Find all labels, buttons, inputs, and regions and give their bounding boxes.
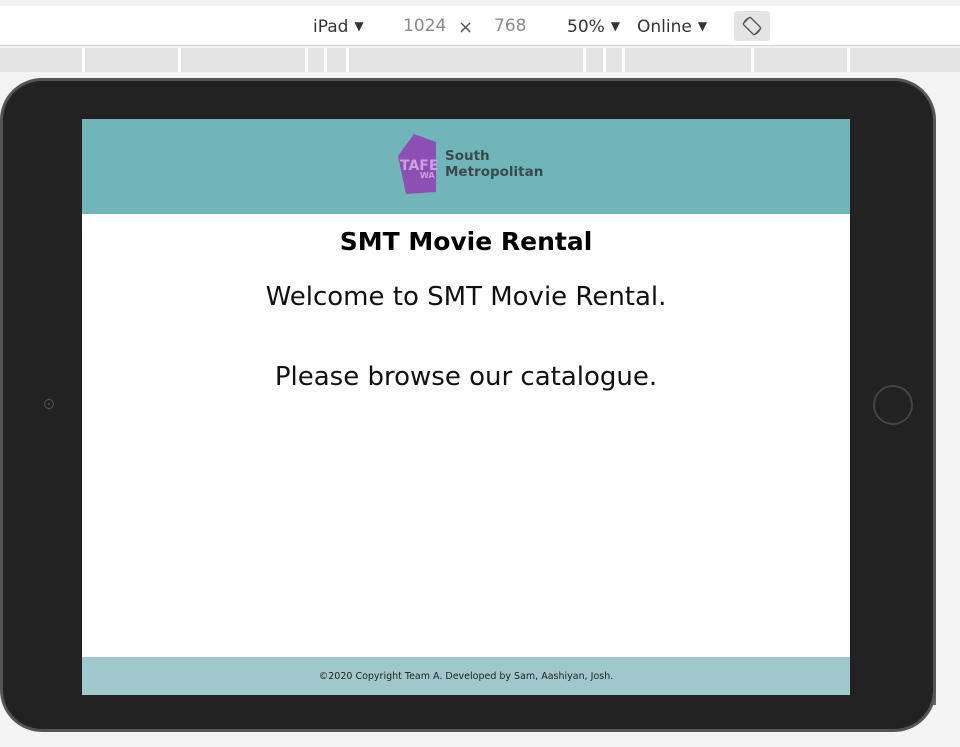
browse-text: Please browse our catalogue.: [274, 362, 658, 392]
ruler-tick[interactable]: [751, 48, 754, 72]
ruler-tick[interactable]: [178, 48, 181, 72]
device-select[interactable]: iPad ▼: [313, 16, 364, 37]
site-footer: ©2020 Copyright Team A. Developed by Sam…: [82, 657, 850, 695]
ruler-tick[interactable]: [82, 48, 85, 72]
ruler-tick[interactable]: [583, 48, 586, 72]
zoom-select[interactable]: 50% ▼: [567, 16, 620, 37]
site-header: TAFE WA South Metropolitan: [82, 119, 850, 214]
welcome-text: Welcome to SMT Movie Rental.: [265, 282, 667, 312]
ruler-tick[interactable]: [847, 48, 850, 72]
caret-down-icon: ▼: [354, 19, 364, 33]
rotate-device-icon: [742, 16, 762, 36]
ruler-tick[interactable]: [346, 48, 349, 72]
copyright-text: ©2020 Copyright Team A. Developed by Sam…: [318, 670, 614, 682]
tafe-logo-mark-icon: TAFE WA: [398, 134, 438, 194]
caret-down-icon: ▼: [697, 19, 708, 33]
page-title: SMT Movie Rental: [339, 227, 593, 256]
zoom-select-label: 50%: [567, 17, 605, 37]
logo-wordmark: South Metropolitan: [445, 148, 543, 180]
camera-icon: [44, 399, 54, 409]
rotate-button[interactable]: [734, 11, 770, 41]
media-query-ruler: [0, 48, 960, 72]
device-viewport: TAFE WA South Metropolitan SMT Movie Ren…: [82, 119, 850, 695]
times-icon: ×: [458, 17, 474, 38]
device-select-label: iPad: [313, 17, 349, 37]
logo-line-2: Metropolitan: [445, 164, 544, 180]
height-input[interactable]: 768: [494, 16, 526, 36]
ruler-tick[interactable]: [305, 48, 308, 72]
tafe-logo[interactable]: TAFE WA South Metropolitan: [398, 134, 543, 196]
throttle-select-label: Online: [637, 17, 692, 37]
ruler-tick[interactable]: [622, 48, 625, 72]
ruler-tick[interactable]: [603, 48, 606, 72]
logo-line-1: South: [445, 148, 490, 164]
home-button: [873, 385, 913, 425]
width-input[interactable]: 1024: [403, 16, 446, 36]
device-toolbar: iPad ▼ 1024 × 768 50% ▼ Online ▼: [0, 0, 960, 46]
caret-down-icon: ▼: [610, 19, 621, 33]
logo-mark-subtext: WA: [420, 171, 435, 180]
throttle-select[interactable]: Online ▼: [637, 16, 707, 37]
ruler-tick[interactable]: [324, 48, 327, 72]
